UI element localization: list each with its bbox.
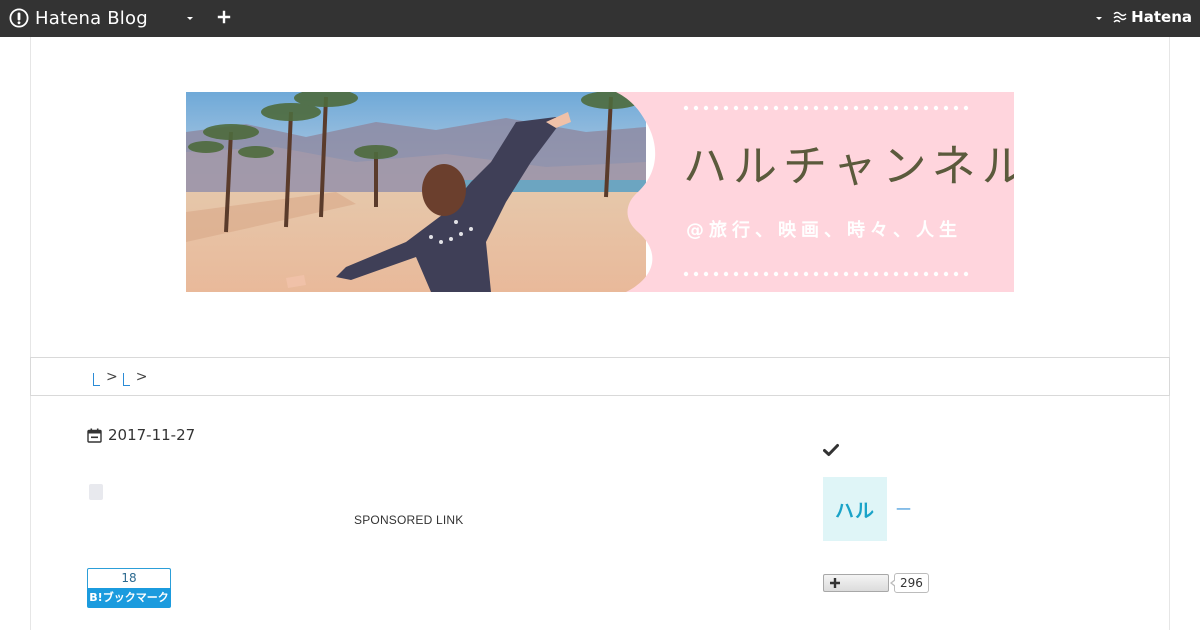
check-icon — [823, 444, 839, 456]
author-id-link[interactable]: — — [896, 499, 911, 517]
blog-header-banner[interactable]: ハルチャンネル @旅行、映画、時々、人生 — [186, 92, 1014, 292]
entry-date-text: 2017-11-27 — [108, 426, 196, 444]
entry-date[interactable]: 2017-11-27 — [87, 426, 195, 444]
new-entry-plus-icon[interactable] — [217, 10, 231, 24]
caret-down-icon[interactable] — [184, 12, 196, 24]
hatena-blog-logo-icon — [9, 8, 29, 28]
brand-name: Hatena Blog — [35, 7, 148, 29]
breadcrumb-separator: > — [106, 368, 118, 385]
breadcrumb: > > — [30, 357, 1170, 396]
sponsored-link-label: SPONSORED LINK — [354, 513, 464, 527]
hatena-wave-icon — [1113, 11, 1127, 23]
avatar-text: ハル — [834, 499, 875, 522]
user-menu-caret-icon[interactable] — [1093, 12, 1105, 24]
follow-button[interactable] — [823, 574, 889, 592]
blog-title: ハルチャンネル — [683, 141, 1014, 192]
category-tag-placeholder[interactable] — [89, 484, 103, 500]
hatena-blog-home-link[interactable]: Hatena Blog — [9, 6, 148, 30]
calendar-icon — [87, 428, 102, 443]
breadcrumb-home-link[interactable] — [93, 373, 100, 386]
bookmark-count: 18 — [87, 568, 171, 588]
follower-count: 296 — [890, 573, 929, 593]
hatena-global-header: Hatena Blog Hatena — [0, 0, 1200, 37]
hatena-wordmark: Hatena — [1131, 8, 1192, 26]
beach-photo — [186, 92, 646, 292]
blog-subtitle: @旅行、映画、時々、人生 — [686, 220, 962, 241]
hatena-home-link[interactable]: Hatena — [1113, 8, 1192, 26]
hatena-bookmark-button[interactable]: 18 B!ブックマーク — [87, 568, 171, 608]
breadcrumb-separator: > — [135, 368, 148, 385]
breadcrumb-category-link[interactable] — [122, 373, 130, 386]
plus-icon — [830, 578, 840, 588]
author-avatar[interactable]: ハル — [823, 477, 887, 541]
bookmark-button-label: B!ブックマーク — [87, 588, 171, 608]
